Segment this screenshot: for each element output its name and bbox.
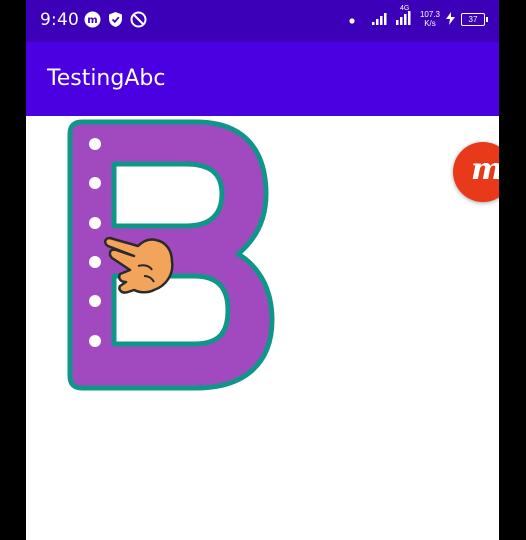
phone-screen: 9:40 m 4G 107.3 K/s 37 TestingAbc xyxy=(26,0,499,540)
signal-4g-icon: 4G xyxy=(395,5,414,29)
letter-b-tracing[interactable] xyxy=(66,116,276,400)
status-right-icons: 4G 107.3 K/s 37 xyxy=(348,5,488,29)
status-bar: 9:40 m 4G 107.3 K/s 37 xyxy=(26,0,499,42)
svg-text:m: m xyxy=(87,15,97,26)
guide-dot xyxy=(89,256,101,268)
net-speed-unit: K/s xyxy=(424,19,436,28)
app-bar: TestingAbc xyxy=(26,42,499,116)
status-left-icons: m xyxy=(84,11,147,32)
status-time: 9:40 xyxy=(40,10,79,30)
shield-check-icon xyxy=(108,11,123,32)
net-speed: 107.3 K/s xyxy=(420,10,440,28)
no-disturb-icon xyxy=(130,11,147,32)
network-type: 4G xyxy=(399,5,410,12)
dot-icon xyxy=(348,10,356,29)
charging-bolt-icon xyxy=(446,10,455,29)
guide-dot xyxy=(89,177,101,189)
battery-icon: 37 xyxy=(461,12,488,26)
signal-bars-icon xyxy=(371,10,390,29)
guide-dot xyxy=(89,295,101,307)
app-m-icon: m xyxy=(84,11,101,32)
net-speed-value: 107.3 xyxy=(419,10,440,19)
guide-dot xyxy=(89,217,101,229)
guide-dot xyxy=(89,138,101,150)
tracing-canvas[interactable] xyxy=(26,116,499,540)
floating-button-label: m xyxy=(471,152,499,187)
app-title: TestingAbc xyxy=(47,66,166,91)
guide-dot xyxy=(89,335,101,347)
